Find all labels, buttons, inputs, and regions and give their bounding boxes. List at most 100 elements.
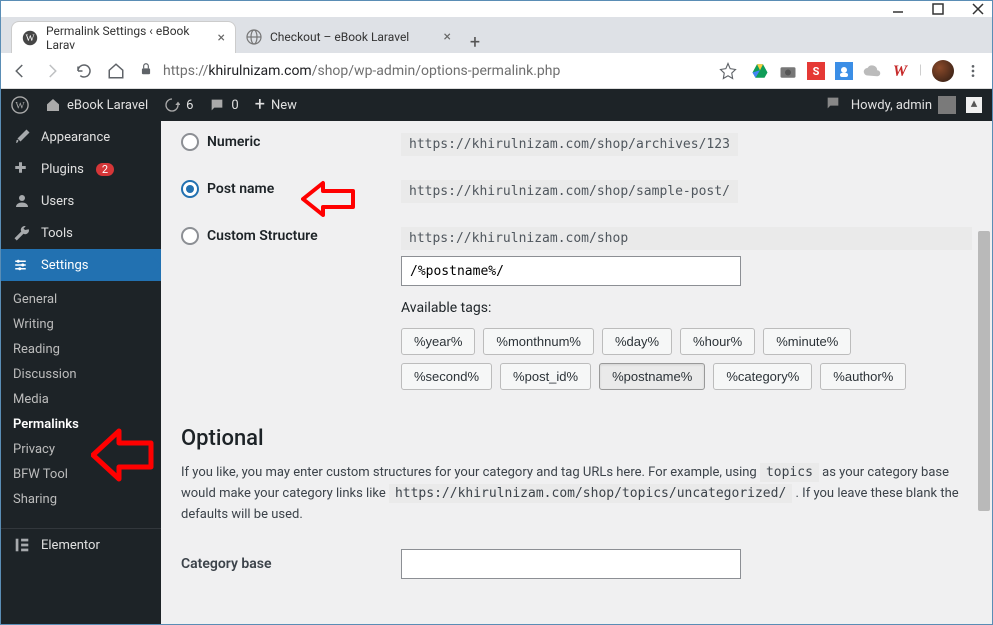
optional-heading: Optional <box>181 426 972 451</box>
ext-drive-icon[interactable] <box>751 62 769 80</box>
annotation-arrow-postname <box>301 179 357 219</box>
tag-hour[interactable]: %hour% <box>680 328 755 355</box>
category-base-label: Category base <box>181 556 401 572</box>
elementor-icon <box>13 536 31 554</box>
option-postname: Post name https://khirulnizam.com/shop/s… <box>181 168 972 215</box>
postname-radio[interactable] <box>181 180 199 198</box>
tab-title: Permalink Settings ‹ eBook Larav <box>46 24 210 52</box>
ext-blue-icon[interactable] <box>835 62 853 80</box>
tag-day[interactable]: %day% <box>602 328 672 355</box>
comments-link[interactable]: 0 <box>209 97 238 113</box>
ext-camera-icon[interactable] <box>779 62 797 80</box>
tag-postname[interactable]: %postname% <box>599 363 705 390</box>
optional-description: If you like, you may enter custom struct… <box>181 463 961 525</box>
tab-title: Checkout – eBook Laravel <box>270 30 409 44</box>
new-content-link[interactable]: +New <box>255 96 297 114</box>
updates-link[interactable]: 6 <box>164 97 193 113</box>
forward-button[interactable] <box>43 62 61 80</box>
custom-label[interactable]: Custom Structure <box>181 227 401 245</box>
browser-tab-active[interactable]: W Permalink Settings ‹ eBook Larav × <box>11 21 236 53</box>
sub-sharing[interactable]: Sharing <box>1 487 161 512</box>
wp-logo-icon[interactable]: W <box>11 96 29 114</box>
menu-elementor[interactable]: Elementor <box>1 529 161 561</box>
window-close-button[interactable] <box>972 3 984 15</box>
ext-red-icon[interactable]: S <box>807 62 825 80</box>
window-titlebar <box>1 1 992 17</box>
wp-admin-sidebar: Appearance Plugins 2 Users Tools Setting… <box>1 121 161 624</box>
adminbar-scroll-up[interactable]: ▴ <box>966 97 982 113</box>
new-tab-button[interactable]: + <box>461 32 489 53</box>
postname-label[interactable]: Post name <box>181 180 401 198</box>
custom-radio[interactable] <box>181 227 199 245</box>
menu-settings[interactable]: Settings <box>1 249 161 281</box>
svg-text:W: W <box>25 33 35 44</box>
svg-text:W: W <box>15 101 25 112</box>
lock-icon <box>139 62 153 80</box>
available-tag-buttons: %year% %monthnum% %day% %hour% %minute% … <box>401 328 921 390</box>
tag-second[interactable]: %second% <box>401 363 492 390</box>
browser-tab-inactive[interactable]: Checkout – eBook Laravel × <box>236 21 461 53</box>
postname-url-sample: https://khirulnizam.com/shop/sample-post… <box>401 180 738 203</box>
menu-tools[interactable]: Tools <box>1 217 161 249</box>
option-custom: Custom Structure https://khirulnizam.com… <box>181 215 972 402</box>
annotation-arrow-permalinks <box>91 427 155 483</box>
wp-admin-bar: W eBook Laravel 6 0 +New Howdy, admin ▴ <box>1 89 992 121</box>
extension-icons: S W | <box>751 60 982 82</box>
tag-year[interactable]: %year% <box>401 328 475 355</box>
site-name-link[interactable]: eBook Laravel <box>45 97 148 113</box>
users-icon <box>13 192 31 210</box>
menu-plugins[interactable]: Plugins 2 <box>1 153 161 185</box>
svg-text:W: W <box>893 63 909 80</box>
code-topics: topics <box>760 463 819 482</box>
site-favicon <box>246 29 262 45</box>
notification-icon[interactable] <box>825 95 841 115</box>
profile-avatar[interactable] <box>932 60 954 82</box>
sub-writing[interactable]: Writing <box>1 312 161 337</box>
category-base-input[interactable] <box>401 549 741 579</box>
browser-menu-icon[interactable] <box>964 63 982 79</box>
browser-tabstrip: W Permalink Settings ‹ eBook Larav × Che… <box>1 17 992 53</box>
sub-reading[interactable]: Reading <box>1 337 161 362</box>
sub-media[interactable]: Media <box>1 387 161 412</box>
account-link[interactable]: Howdy, admin <box>851 96 956 114</box>
back-button[interactable] <box>11 62 29 80</box>
minimize-button[interactable] <box>892 3 904 15</box>
available-tags-label: Available tags: <box>401 300 972 316</box>
tag-minute[interactable]: %minute% <box>763 328 851 355</box>
tag-monthnum[interactable]: %monthnum% <box>483 328 594 355</box>
tab-close-icon[interactable]: × <box>218 30 225 46</box>
home-button[interactable] <box>107 62 125 80</box>
numeric-label[interactable]: Numeric <box>181 133 401 151</box>
maximize-button[interactable] <box>932 3 944 15</box>
content-scrollbar[interactable] <box>976 121 992 624</box>
menu-appearance[interactable]: Appearance <box>1 121 161 153</box>
browser-address-bar: https://khirulnizam.com/shop/wp-admin/op… <box>1 53 992 89</box>
settings-content: Numeric https://khirulnizam.com/shop/arc… <box>161 121 992 624</box>
tag-post-id[interactable]: %post_id% <box>500 363 591 390</box>
sub-discussion[interactable]: Discussion <box>1 362 161 387</box>
numeric-radio[interactable] <box>181 133 199 151</box>
custom-structure-input[interactable] <box>401 256 741 286</box>
tools-icon <box>13 224 31 242</box>
wordpress-icon: W <box>22 30 38 46</box>
url-field[interactable]: https://khirulnizam.com/shop/wp-admin/op… <box>139 62 705 80</box>
sub-general[interactable]: General <box>1 287 161 312</box>
ext-cloud-icon[interactable] <box>863 62 881 80</box>
plugins-update-badge: 2 <box>96 163 114 176</box>
settings-icon <box>13 256 31 274</box>
reload-button[interactable] <box>75 62 93 80</box>
category-base-row: Category base <box>181 549 972 579</box>
user-avatar <box>938 96 956 114</box>
url-text: https://khirulnizam.com/shop/wp-admin/op… <box>163 63 560 79</box>
tag-category[interactable]: %category% <box>713 363 812 390</box>
custom-base-url: https://khirulnizam.com/shop <box>401 227 972 250</box>
code-url-example: https://khirulnizam.com/shop/topics/unca… <box>389 484 792 503</box>
ext-w-icon[interactable]: W <box>891 62 909 80</box>
menu-users[interactable]: Users <box>1 185 161 217</box>
submenu-settings: General Writing Reading Discussion Media… <box>1 281 161 522</box>
option-numeric: Numeric https://khirulnizam.com/shop/arc… <box>181 121 972 168</box>
tab-close-icon[interactable]: × <box>444 29 451 45</box>
tag-author[interactable]: %author% <box>820 363 906 390</box>
numeric-url-sample: https://khirulnizam.com/shop/archives/12… <box>401 133 738 156</box>
star-icon[interactable] <box>719 62 737 80</box>
